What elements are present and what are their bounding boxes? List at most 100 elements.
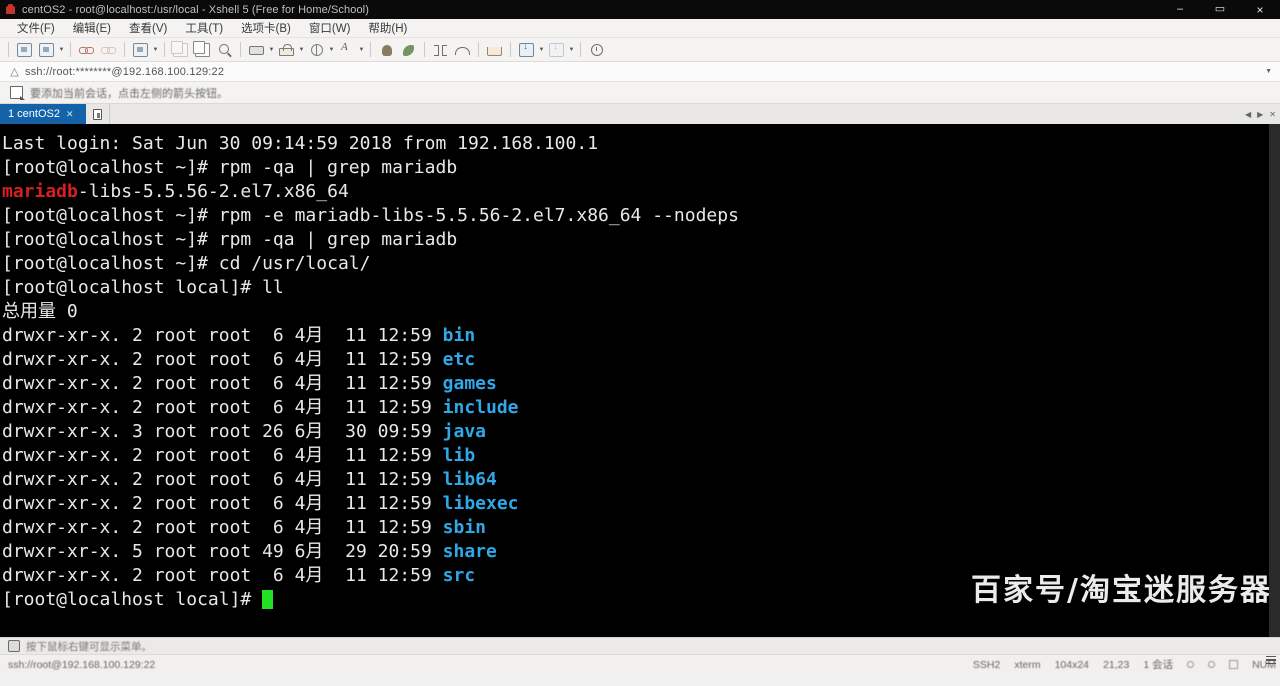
terminal-line: drwxr-xr-x. 3 root root 26 6月 30 09:59 j…	[2, 420, 1280, 444]
chevron-left-icon[interactable]: ◀	[1245, 110, 1251, 119]
terminal-text: [root@localhost local]#	[2, 589, 263, 610]
terminal-output[interactable]: Last login: Sat Jun 30 09:14:59 2018 fro…	[0, 124, 1280, 637]
new-session-button[interactable]	[14, 40, 35, 60]
terminal-scrollbar[interactable]	[1269, 124, 1280, 637]
status-fields: SSH2 xterm 104x24 21,23 1 会话 NUM	[973, 657, 1276, 672]
xshell-icon	[5, 3, 17, 16]
open-sessions-button[interactable]	[36, 40, 57, 60]
close-icon[interactable]: ✕	[66, 109, 74, 120]
minimize-button[interactable]: –	[1160, 0, 1200, 19]
menu-view[interactable]: 查看(V)	[120, 18, 176, 38]
new-tab-button[interactable]	[86, 104, 110, 124]
menu-window[interactable]: 窗口(W)	[300, 18, 360, 38]
terminal-text: drwxr-xr-x. 2 root root 6 4月 11 12:59	[2, 493, 443, 514]
font-button[interactable]	[336, 40, 357, 60]
terminal-text: drwxr-xr-x. 2 root root 6 4月 11 12:59	[2, 469, 443, 490]
terminal-line: 总用量 0	[2, 300, 1280, 324]
paste-icon	[171, 40, 188, 57]
globe-dropdown[interactable]: ▼	[328, 41, 335, 59]
status-size: 104x24	[1054, 658, 1090, 671]
chevron-right-icon[interactable]: ▶	[1257, 110, 1263, 119]
history-button[interactable]	[586, 40, 607, 60]
log-button[interactable]	[130, 40, 151, 60]
lock-icon	[279, 43, 294, 56]
terminal-text: [root@localhost ~]# rpm -e mariadb-libs-…	[2, 205, 739, 226]
directory-name: include	[442, 397, 519, 418]
address-input[interactable]: ssh://root:********@192.168.100.129:22	[25, 66, 224, 78]
globe-button[interactable]	[306, 40, 327, 60]
paste-button[interactable]	[170, 40, 191, 60]
directory-name: lib	[442, 445, 476, 466]
font-dropdown[interactable]: ▼	[358, 41, 365, 59]
copy-button[interactable]	[192, 40, 213, 60]
upload-dropdown[interactable]: ▼	[568, 41, 575, 59]
tab-bar-controls: ◀ ▶ ✕	[1245, 104, 1276, 124]
terminal-line: [root@localhost ~]# rpm -qa | grep maria…	[2, 156, 1280, 180]
circle-icon	[1187, 661, 1195, 668]
status-protocol: SSH2	[972, 658, 1001, 671]
print-dropdown[interactable]: ▼	[268, 41, 275, 59]
warning-icon: △	[10, 66, 19, 78]
directory-name: sbin	[442, 517, 486, 538]
log-icon	[133, 42, 148, 57]
directory-name: bin	[442, 325, 476, 346]
terminal-text: 总用量 0	[2, 301, 78, 322]
menu-tabs[interactable]: 选项卡(B)	[232, 18, 300, 38]
download-button[interactable]	[516, 40, 537, 60]
connect-button[interactable]	[76, 40, 97, 60]
terminal-line: [root@localhost ~]# rpm -qa | grep maria…	[2, 228, 1280, 252]
terminal-line: [root@localhost local]#	[2, 588, 1280, 612]
status-bar: ssh://root@192.168.100.129:22 SSH2 xterm…	[0, 654, 1280, 674]
leaf-button[interactable]	[398, 40, 419, 60]
lock-dropdown[interactable]: ▼	[298, 41, 305, 59]
disconnect-button[interactable]	[98, 40, 119, 60]
globe-icon	[310, 43, 323, 56]
folder-transfer-button[interactable]	[484, 40, 505, 60]
close-tab-icon[interactable]: ✕	[1269, 110, 1276, 119]
terminal-line: drwxr-xr-x. 2 root root 6 4月 11 12:59 et…	[2, 348, 1280, 372]
terminal-text: -libs-5.5.56-2.el7.x86_64	[77, 181, 349, 202]
tab-bar: 1 centOS2 ✕ ◀ ▶ ✕	[0, 104, 1280, 124]
terminal-text: Last login: Sat Jun 30 09:14:59 2018 fro…	[2, 133, 599, 154]
terminal-line: drwxr-xr-x. 2 root root 6 4月 11 12:59 li…	[2, 492, 1280, 516]
terminal-text: [root@localhost ~]# cd /usr/local/	[2, 253, 371, 274]
menu-file[interactable]: 文件(F)	[8, 18, 64, 38]
address-bar[interactable]: △ ssh://root:********@192.168.100.129:22…	[0, 62, 1280, 82]
terminal-line: drwxr-xr-x. 2 root root 6 4月 11 12:59 bi…	[2, 324, 1280, 348]
toolbar-separator	[8, 42, 9, 57]
tab-centos2[interactable]: 1 centOS2 ✕	[0, 104, 86, 124]
mouse-button[interactable]	[376, 40, 397, 60]
print-button[interactable]	[246, 40, 267, 60]
download-dropdown[interactable]: ▼	[538, 41, 545, 59]
add-session-icon[interactable]	[10, 86, 25, 100]
terminal-scrollbar-thumb[interactable]	[1269, 124, 1280, 637]
terminal-text: [root@localhost ~]# rpm -qa | grep maria…	[2, 157, 458, 178]
toolbar-separator	[510, 42, 511, 57]
mouse-icon	[381, 45, 392, 56]
terminal-line: [root@localhost ~]# cd /usr/local/	[2, 252, 1280, 276]
upload-button[interactable]	[546, 40, 567, 60]
maximize-button[interactable]: ▭	[1200, 0, 1240, 19]
terminal-line: [root@localhost local]# ll	[2, 276, 1280, 300]
find-button[interactable]	[214, 40, 235, 60]
menu-tools[interactable]: 工具(T)	[176, 18, 232, 38]
log-dropdown[interactable]: ▼	[152, 41, 159, 59]
xshell-window: centOS2 - root@localhost:/usr/local - Xs…	[0, 0, 1280, 686]
open-sessions-dropdown[interactable]: ▼	[58, 41, 65, 59]
new-session-icon	[17, 42, 32, 57]
headset-button[interactable]	[452, 40, 473, 60]
terminal-text: drwxr-xr-x. 2 root root 6 4月 11 12:59	[2, 445, 443, 466]
chevron-down-icon[interactable]: ▼	[1265, 68, 1272, 75]
fullscreen-button[interactable]	[430, 40, 451, 60]
terminal-text: drwxr-xr-x. 2 root root 6 4月 11 12:59	[2, 373, 443, 394]
menu-edit[interactable]: 编辑(E)	[64, 18, 120, 38]
close-button[interactable]: ×	[1240, 0, 1280, 19]
toolbar-separator	[370, 42, 371, 57]
directory-name: lib64	[442, 469, 497, 490]
notice-bar: 要添加当前会话，点击左侧的箭头按钮。	[0, 82, 1280, 104]
leaf-icon	[403, 45, 414, 56]
directory-name: games	[442, 373, 497, 394]
search-icon	[218, 44, 229, 54]
menu-help[interactable]: 帮助(H)	[359, 18, 416, 38]
lock-button[interactable]	[276, 40, 297, 60]
